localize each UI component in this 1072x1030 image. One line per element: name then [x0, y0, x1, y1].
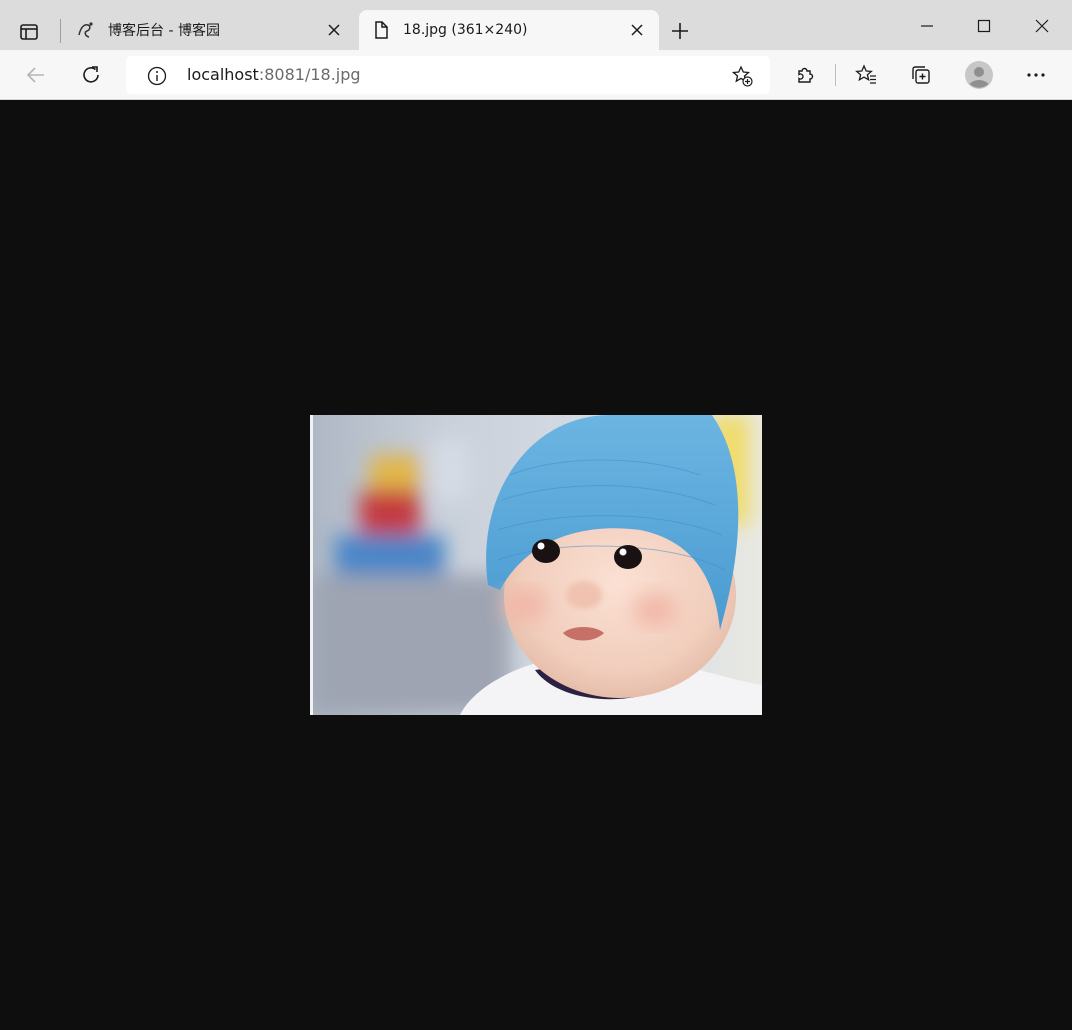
avatar-icon: [965, 61, 993, 89]
back-button[interactable]: [21, 60, 51, 90]
tab-title: 博客后台 - 博客园: [108, 23, 220, 39]
minimize-button[interactable]: [913, 12, 941, 40]
puzzle-icon: [798, 67, 814, 83]
tab-close-icon[interactable]: [627, 20, 647, 40]
ellipsis-icon: [1027, 73, 1045, 77]
toolbar: localhost:8081/18.jpg: [0, 50, 1072, 100]
extensions-button[interactable]: [790, 60, 820, 90]
refresh-icon: [83, 66, 99, 83]
plus-icon: [672, 23, 688, 39]
cnblogs-icon: [76, 20, 96, 40]
favorites-icon: [855, 64, 876, 84]
arrow-left-icon: [26, 67, 44, 83]
baby-photo: [310, 415, 762, 715]
new-tab-button[interactable]: [666, 17, 694, 45]
maximize-icon: [977, 19, 991, 33]
reload-button[interactable]: [76, 60, 106, 90]
url-host: localhost: [187, 65, 259, 84]
browser-window: 博客后台 - 博客园 18.jpg (361×240) localhost:80…: [0, 0, 1072, 1030]
minimize-icon: [921, 25, 933, 27]
url-text[interactable]: localhost:8081/18.jpg: [187, 65, 361, 84]
tab-blog-admin[interactable]: 博客后台 - 博客园: [64, 10, 356, 50]
maximize-button[interactable]: [970, 12, 998, 40]
add-favorite-icon[interactable]: [729, 63, 755, 89]
more-menu-button[interactable]: [1021, 60, 1051, 90]
tab-actions-icon: [20, 24, 38, 40]
image-viewer-area: [0, 100, 1072, 1030]
url-path: :8081/18.jpg: [258, 65, 361, 84]
tab-strip: 博客后台 - 博客园 18.jpg (361×240): [0, 0, 1072, 50]
tab-actions-button[interactable]: [14, 17, 44, 47]
tab-title: 18.jpg (361×240): [403, 22, 528, 38]
tab-image[interactable]: 18.jpg (361×240): [359, 10, 659, 50]
info-icon[interactable]: [146, 65, 168, 87]
displayed-image[interactable]: [310, 415, 762, 715]
tab-close-icon[interactable]: [324, 20, 344, 40]
profile-avatar[interactable]: [963, 59, 995, 91]
favorites-button[interactable]: [851, 60, 881, 90]
collections-button[interactable]: [906, 60, 936, 90]
close-window-button[interactable]: [1028, 12, 1056, 40]
close-icon: [1035, 19, 1049, 33]
document-icon: [371, 20, 391, 40]
tab-separator: [60, 19, 61, 43]
address-bar[interactable]: localhost:8081/18.jpg: [126, 56, 770, 94]
collections-icon: [912, 66, 930, 84]
toolbar-separator: [835, 64, 836, 86]
